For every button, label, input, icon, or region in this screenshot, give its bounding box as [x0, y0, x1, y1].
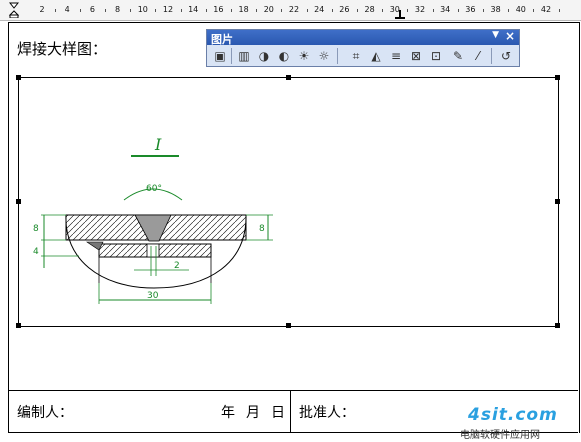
ruler-label: 18 — [238, 5, 249, 14]
horizontal-ruler[interactable]: 2 4 6 8 10 12 14 16 18 20 22 24 26 28 30 32 34 36 38 40 42 — [0, 0, 581, 21]
dim-left-bottom-label: 4 — [33, 247, 39, 257]
ruler-label: 32 — [414, 5, 426, 14]
toolbar-titlebar[interactable]: 图片 ▼ × — [207, 29, 519, 46]
resize-handle-bc[interactable] — [286, 323, 291, 328]
ruler-tick — [331, 9, 333, 12]
ruler-tick — [533, 9, 535, 12]
more-brightness-icon[interactable]: ☀ — [295, 47, 313, 65]
resize-handle-tl[interactable] — [16, 75, 21, 80]
date-day: 日 — [271, 405, 285, 421]
ruler-tick — [180, 9, 182, 12]
ruler-label: 36 — [465, 5, 476, 14]
insert-picture-icon[interactable]: ▣ — [211, 47, 229, 65]
ruler-label: 24 — [314, 5, 325, 14]
toolbar-options-icon[interactable]: ▼ — [492, 30, 499, 40]
more-contrast-icon[interactable]: ◑ — [255, 47, 273, 65]
set-transparent-color-icon[interactable]: ⁄ — [469, 47, 487, 65]
watermark: 4sit.com 电脑软硬件应用网 — [458, 405, 578, 441]
ruler-label: 6 — [89, 5, 95, 14]
compiled-by-label: 编制人： — [17, 405, 73, 421]
text-wrapping-icon[interactable]: ⊡ — [427, 47, 445, 65]
ruler-tick — [256, 9, 258, 12]
ruler-label: 14 — [188, 5, 199, 14]
picture-frame[interactable]: I 60° 8 4 8 2 30 — [16, 75, 560, 328]
page-title: 焊接大样图： — [17, 40, 108, 58]
ruler-label: 8 — [115, 5, 121, 14]
toolbar-separator — [231, 48, 232, 64]
ruler-tick — [508, 9, 510, 12]
ruler-label: 40 — [515, 5, 526, 14]
tab-stop-icon[interactable] — [394, 10, 406, 20]
width-label: 30 — [147, 291, 159, 301]
section-label: I — [154, 135, 162, 154]
ruler-label: 38 — [490, 5, 501, 14]
watermark-subtitle: 电脑软硬件应用网 — [460, 430, 540, 441]
weld-detail-drawing: I 60° 8 4 8 2 30 — [33, 135, 273, 304]
ruler-tick — [281, 9, 283, 12]
angle-label: 60° — [146, 184, 162, 194]
approved-by-label: 批准人： — [299, 405, 355, 421]
rotate-left-icon[interactable]: ◭ — [367, 47, 385, 65]
picture-toolbar[interactable]: 图片 ▼ × ▣ ▥ ◑ ◐ ☀ ☼ ⌗ ◭ ≡ ⊠ ⊡ ✎ ⁄ ↺ — [206, 29, 520, 67]
ruler-tick — [558, 9, 560, 12]
ruler-tick — [306, 9, 308, 12]
ruler-tick — [130, 9, 132, 12]
less-brightness-icon[interactable]: ☼ — [315, 47, 333, 65]
resize-handle-br[interactable] — [555, 323, 560, 328]
ruler-label: 42 — [540, 5, 552, 14]
line-style-icon[interactable]: ≡ — [387, 47, 405, 65]
ruler-label: 16 — [213, 5, 224, 14]
toolbar-separator — [337, 48, 338, 64]
ruler-tick — [231, 9, 232, 12]
dim-right-label: 8 — [259, 224, 265, 234]
ruler-label: 10 — [137, 5, 148, 14]
color-icon[interactable]: ▥ — [235, 47, 253, 65]
ruler-label: 34 — [440, 5, 451, 14]
ruler-tick — [105, 9, 106, 12]
ruler-label: 28 — [364, 5, 375, 14]
resize-handle-tr[interactable] — [555, 75, 560, 80]
ruler-label: 20 — [263, 5, 274, 14]
reset-picture-icon[interactable]: ↺ — [497, 47, 515, 65]
date-year: 年 — [221, 405, 235, 421]
ruler-label: 12 — [162, 5, 174, 14]
ruler-tick — [155, 9, 157, 12]
ruler-tick — [483, 9, 484, 12]
watermark-logo: 4sit.com — [468, 405, 558, 425]
toolbar-title: 图片 — [211, 33, 233, 46]
crop-icon[interactable]: ⌗ — [347, 47, 365, 65]
ruler-tick — [79, 9, 81, 12]
ruler-tick — [357, 9, 358, 12]
close-icon[interactable]: × — [505, 29, 515, 43]
resize-handle-tc[interactable] — [286, 75, 291, 80]
ruler-label: 26 — [339, 5, 350, 14]
ruler-tick — [407, 9, 409, 12]
ruler-tick — [457, 9, 459, 12]
ruler-tick — [54, 9, 56, 12]
less-contrast-icon[interactable]: ◐ — [275, 47, 293, 65]
ruler-label: 2 — [39, 5, 45, 14]
ruler-label: 4 — [64, 5, 70, 14]
signature-divider — [290, 390, 291, 432]
gap-label: 2 — [174, 261, 180, 271]
compress-picture-icon[interactable]: ⊠ — [407, 47, 425, 65]
date-month: 月 — [246, 405, 260, 421]
ruler-tick — [432, 9, 434, 12]
resize-handle-mr[interactable] — [555, 199, 560, 204]
ruler-tick — [205, 9, 207, 12]
indent-marker-icon[interactable] — [9, 2, 19, 18]
format-picture-icon[interactable]: ✎ — [449, 47, 467, 65]
resize-handle-bl[interactable] — [16, 323, 21, 328]
toolbar-separator — [491, 48, 492, 64]
ruler-tick — [382, 9, 384, 12]
ruler-label: 22 — [288, 5, 300, 14]
dim-left-top-label: 8 — [33, 224, 39, 234]
resize-handle-ml[interactable] — [16, 199, 21, 204]
